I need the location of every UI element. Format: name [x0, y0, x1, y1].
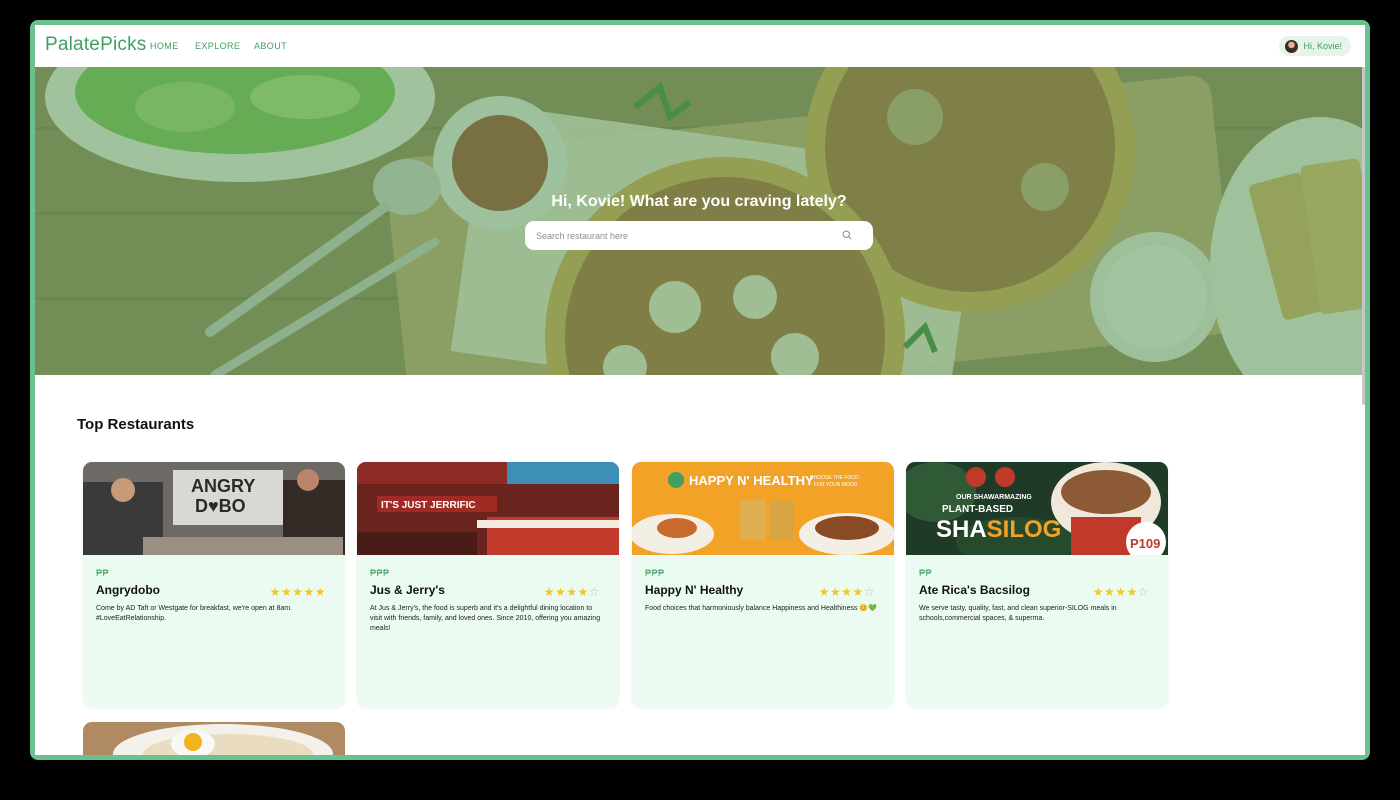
user-menu[interactable]: Hi, Kovie! [1279, 36, 1351, 56]
svg-text:D♥BO: D♥BO [195, 496, 246, 516]
star-rating: ★★★★☆ [819, 585, 875, 599]
svg-text:PLANT-BASED: PLANT-BASED [942, 504, 1013, 515]
restaurant-description: At Jus & Jerry's, the food is superb and… [370, 605, 601, 632]
restaurant-card[interactable]: OUR SHAWARMAZING PLANT-BASED SHASILOG P1… [906, 462, 1168, 708]
avatar [1285, 39, 1299, 53]
svg-text:FOR YOUR MOOD: FOR YOUR MOOD [814, 482, 858, 488]
browser-window: PalatePicks HOME EXPLORE ABOUT Hi, Kovie… [35, 25, 1365, 755]
image-text: IT'S JUST JERRIFIC [381, 500, 476, 511]
search-input[interactable] [534, 229, 845, 242]
nav-about[interactable]: ABOUT [254, 41, 287, 51]
image-text: SHASILOG [936, 516, 1061, 543]
star-rating: ★★★★☆ [1093, 585, 1149, 599]
price-level: ₱₱₱ [645, 568, 665, 578]
restaurant-description: We serve tasty, quality, fast, and clean… [919, 605, 1117, 622]
restaurant-description: Come by AD Taft or Westgate for breakfas… [96, 605, 293, 622]
stars-filled: ★★★★ [543, 585, 589, 599]
stars-filled: ★★★★ [1092, 585, 1138, 599]
search-bar[interactable] [525, 221, 873, 250]
stars-empty: ☆ [1137, 585, 1149, 599]
stars-empty: ☆ [863, 585, 875, 599]
price-level: ₱₱ [919, 568, 933, 578]
restaurant-image: IT'S JUST JERRIFIC [357, 462, 619, 555]
hero-banner: Hi, Kovie! What are you craving lately? [35, 67, 1363, 375]
navbar: PalatePicks HOME EXPLORE ABOUT Hi, Kovie… [35, 25, 1365, 68]
restaurant-name[interactable]: Jus & Jerry's [370, 583, 445, 597]
restaurant-description: Food choices that harmoniously balance H… [645, 605, 877, 612]
star-rating: ★★★★★ [270, 585, 326, 599]
restaurant-image [83, 722, 345, 755]
star-rating: ★★★★☆ [544, 585, 600, 599]
restaurant-card[interactable]: HAPPY N' HEALTHY CHOOSE THE FOOD FOR YOU… [632, 462, 894, 708]
nav-explore[interactable]: EXPLORE [195, 41, 240, 51]
logo[interactable]: PalatePicks [45, 34, 146, 56]
price-level: ₱₱₱ [370, 568, 390, 578]
scrollbar[interactable] [1362, 67, 1365, 405]
restaurant-image: HAPPY N' HEALTHY CHOOSE THE FOOD FOR YOU… [632, 462, 894, 555]
image-text: HAPPY N' HEALTHY [689, 473, 814, 488]
user-greeting: Hi, Kovie! [1303, 41, 1342, 51]
app-frame: PalatePicks HOME EXPLORE ABOUT Hi, Kovie… [30, 20, 1370, 760]
restaurant-card[interactable]: ANGRY D♥BO ₱₱ Angrydobo ★★★★★ Come by AD… [83, 462, 345, 708]
restaurant-name[interactable]: Angrydobo [96, 583, 160, 597]
restaurant-card-partial[interactable] [83, 722, 345, 755]
section-title: Top Restaurants [77, 416, 195, 433]
svg-text:OUR SHAWARMAZING: OUR SHAWARMAZING [956, 494, 1032, 501]
search-icon[interactable] [842, 230, 852, 240]
restaurant-name[interactable]: Happy N' Healthy [645, 583, 743, 597]
restaurant-card[interactable]: IT'S JUST JERRIFIC ₱₱₱ Jus & Jerry's ★★★… [357, 462, 619, 708]
image-text: ANGRY [191, 476, 255, 496]
image-price: P109 [1130, 536, 1160, 551]
restaurant-name[interactable]: Ate Rica's Bacsilog [919, 583, 1030, 597]
hero-title: Hi, Kovie! What are you craving lately? [551, 193, 847, 210]
svg-text:CHOOSE THE FOOD: CHOOSE THE FOOD [810, 475, 859, 481]
restaurant-image: OUR SHAWARMAZING PLANT-BASED SHASILOG P1… [906, 462, 1168, 555]
stars-empty: ☆ [588, 585, 600, 599]
price-level: ₱₱ [96, 568, 110, 578]
nav-home[interactable]: HOME [150, 41, 179, 51]
stars-filled: ★★★★ [818, 585, 864, 599]
stars-filled: ★★★★★ [269, 585, 326, 599]
restaurant-image: ANGRY D♥BO [83, 462, 345, 555]
